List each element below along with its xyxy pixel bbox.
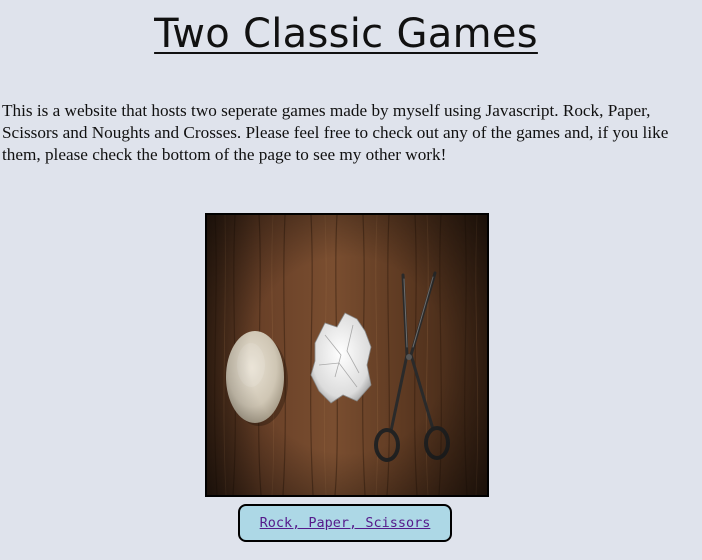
intro-paragraph: This is a website that hosts two seperat… xyxy=(2,101,669,164)
page-title: Two Classic Games xyxy=(154,11,538,57)
rock-paper-scissors-photo-icon xyxy=(207,215,487,495)
rock-paper-scissors-link[interactable]: Rock, Paper, Scissors xyxy=(260,515,431,531)
rock-paper-scissors-button[interactable]: Rock, Paper, Scissors xyxy=(238,504,452,542)
rock-paper-scissors-image[interactable] xyxy=(205,213,489,497)
